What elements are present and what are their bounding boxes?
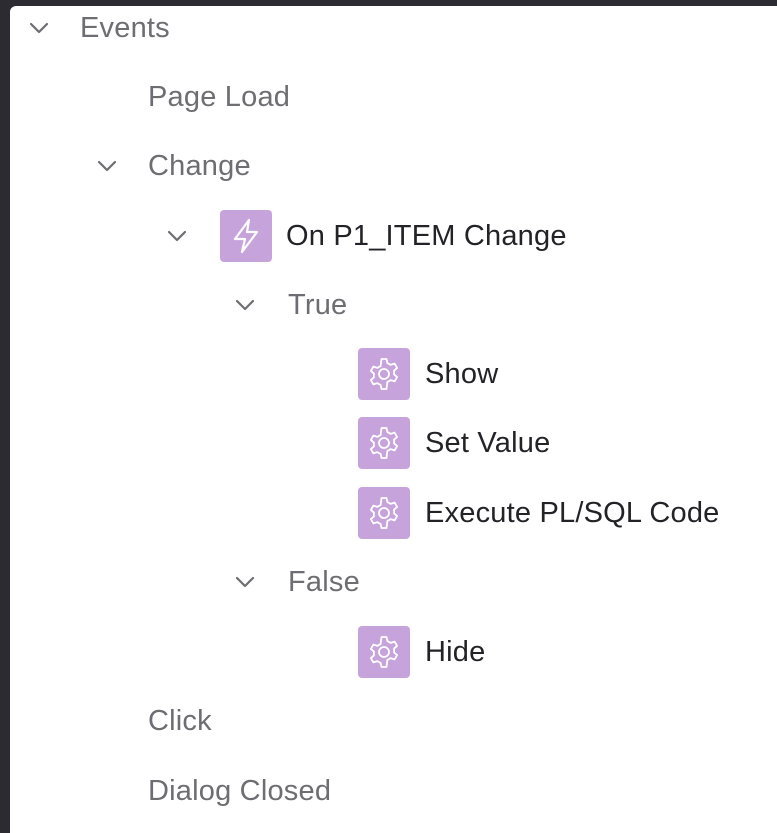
tree-node-page-load[interactable]: Page Load <box>148 69 290 125</box>
chevron-down-icon[interactable] <box>96 155 118 177</box>
tree-node-set-value[interactable]: Set Value <box>358 415 550 471</box>
background-text-fragment: g <box>0 492 1 532</box>
tree-node-label: Hide <box>425 635 486 668</box>
tree-node-label: Execute PL/SQL Code <box>425 496 720 529</box>
tree-node-label: True <box>288 288 348 321</box>
lightning-bolt-icon <box>220 210 272 262</box>
tree-node-label: Dialog Closed <box>148 774 332 807</box>
gear-icon <box>358 626 410 678</box>
chevron-down-icon[interactable] <box>28 17 50 39</box>
tree-node-show[interactable]: Show <box>358 346 498 402</box>
chevron-down-icon[interactable] <box>234 294 256 316</box>
tree-node-label: Events <box>80 11 170 44</box>
tree-node-true[interactable]: True <box>232 277 347 333</box>
tree-node-on-change[interactable]: On P1_ITEM Change <box>164 208 567 264</box>
tree-node-label: On P1_ITEM Change <box>286 219 567 252</box>
tree-node-hide[interactable]: Hide <box>358 624 485 680</box>
tree-node-label: Change <box>148 149 251 182</box>
tree-node-label: Page Load <box>148 80 291 113</box>
tree-node-label: Set Value <box>425 426 551 459</box>
gear-icon <box>358 487 410 539</box>
tree-node-execute-plsql[interactable]: Execute PL/SQL Code <box>358 485 720 541</box>
tree-node-label: Show <box>425 357 499 390</box>
tree-node-change[interactable]: Change <box>94 138 251 194</box>
events-tree-panel: Events Page Load Change On P1_ITEM Chang… <box>10 6 777 833</box>
tree-node-label: False <box>288 565 360 598</box>
gear-icon <box>358 417 410 469</box>
tree-node-click[interactable]: Click <box>148 693 212 749</box>
tree-node-events[interactable]: Events <box>24 0 170 56</box>
gear-icon <box>358 348 410 400</box>
tree-node-dialog-closed[interactable]: Dialog Closed <box>148 763 331 819</box>
tree-node-false[interactable]: False <box>232 554 360 610</box>
tree-node-label: Click <box>148 704 212 737</box>
chevron-down-icon[interactable] <box>166 225 188 247</box>
chevron-down-icon[interactable] <box>234 571 256 593</box>
